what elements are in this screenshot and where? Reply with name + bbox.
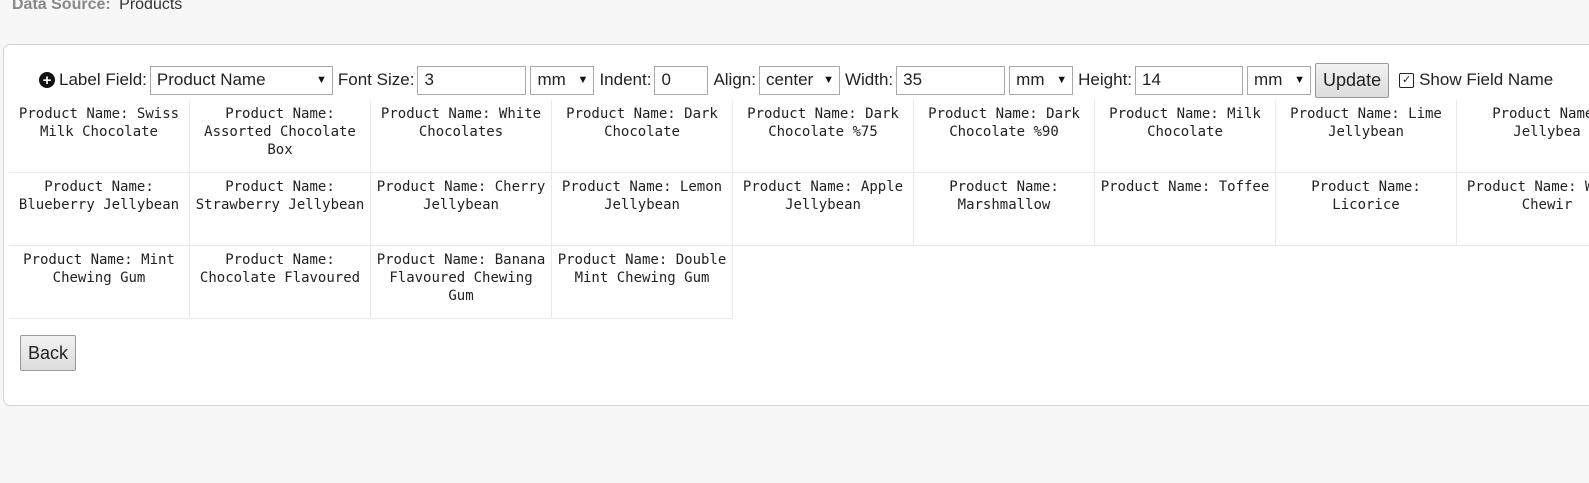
label-cell: Product Name: Strawberry Jellybean <box>190 173 371 246</box>
label-preview-grid: Product Name: Swiss Milk Chocolate Produc… <box>9 100 1589 319</box>
width-value: 35 <box>903 70 923 89</box>
label-cell: Product Name: Marshmallow <box>914 173 1095 246</box>
label-cell: Product Name: Lemon Jellybean <box>552 173 733 246</box>
label-cell: Product Name: Dark Chocolate %75 <box>733 100 914 173</box>
label-cell: Product Name: White Chewir <box>1457 173 1589 246</box>
dropdown-arrow-icon: ▼ <box>577 74 589 86</box>
data-source-label: Data Source: <box>12 0 111 13</box>
label-cell: Product Name: Jellybea <box>1457 100 1589 173</box>
height-unit-select[interactable]: mm ▼ <box>1247 65 1312 95</box>
font-size-label: Font Size: <box>337 70 415 89</box>
show-field-name-checkbox[interactable]: ✓ <box>1399 72 1415 88</box>
font-size-value: 3 <box>424 70 434 89</box>
data-source-line: Data Source: Products <box>12 0 182 14</box>
indent-input[interactable]: 0 <box>654 65 709 95</box>
height-label: Height: <box>1078 70 1133 89</box>
label-cell: Product Name: Toffee <box>1095 173 1276 246</box>
width-unit-value: mm <box>1016 70 1045 89</box>
dropdown-arrow-icon: ▼ <box>823 74 834 86</box>
label-field-select[interactable]: Product Name ▼ <box>149 65 333 95</box>
add-circle-icon[interactable]: + <box>39 72 55 88</box>
label-cell: Product Name: Dark Chocolate <box>552 100 733 173</box>
width-input[interactable]: 35 <box>896 65 1006 95</box>
align-select[interactable]: center ▼ <box>758 65 840 95</box>
show-field-name-label: Show Field Name <box>1419 70 1554 89</box>
dropdown-arrow-icon: ▼ <box>1056 74 1068 86</box>
label-toolbar: + Label Field: Product Name ▼ Font Size:… <box>4 62 1589 98</box>
label-cell: Product Name: Milk Chocolate <box>1095 100 1276 173</box>
dropdown-arrow-icon: ▼ <box>316 74 327 86</box>
label-cell: Product Name: Double Mint Chewing Gum <box>552 246 733 319</box>
width-unit-select[interactable]: mm ▼ <box>1009 65 1074 95</box>
dropdown-arrow-icon: ▼ <box>1294 74 1306 86</box>
label-cell: Product Name: Dark Chocolate %90 <box>914 100 1095 173</box>
font-size-input[interactable]: 3 <box>417 65 527 95</box>
align-label: Align: <box>713 70 756 89</box>
label-cell: Product Name: Swiss Milk Chocolate <box>9 100 190 173</box>
indent-value: 0 <box>661 70 671 89</box>
label-cell: Product Name: Chocolate Flavoured <box>190 246 371 319</box>
label-cell: Product Name: Lime Jellybean <box>1276 100 1457 173</box>
height-input[interactable]: 14 <box>1135 65 1244 95</box>
height-unit-value: mm <box>1254 70 1283 89</box>
label-cell: Product Name: Licorice <box>1276 173 1457 246</box>
update-button[interactable]: Update <box>1315 62 1390 98</box>
label-cell: Product Name: Apple Jellybean <box>733 173 914 246</box>
label-cell: Product Name: Banana Flavoured Chewing G… <box>371 246 552 319</box>
align-value: center <box>765 70 814 89</box>
width-label: Width: <box>844 70 894 89</box>
label-cell: Product Name: Cherry Jellybean <box>371 173 552 246</box>
label-cell: Product Name: Mint Chewing Gum <box>9 246 190 319</box>
label-cell: Product Name: Assorted Chocolate Box <box>190 100 371 173</box>
label-field-label: Label Field: <box>59 70 147 89</box>
font-size-unit-value: mm <box>537 70 566 89</box>
label-cell: Product Name: Blueberry Jellybean <box>9 173 190 246</box>
font-size-unit-select[interactable]: mm ▼ <box>530 65 595 95</box>
height-value: 14 <box>1142 70 1161 89</box>
label-cell: Product Name: White Chocolates <box>371 100 552 173</box>
label-field-value: Product Name <box>156 70 266 89</box>
indent-label: Indent: <box>599 70 652 89</box>
label-designer-panel: + Label Field: Product Name ▼ Font Size:… <box>3 44 1589 406</box>
data-source-value: Products <box>119 0 183 13</box>
back-button[interactable]: Back <box>20 335 77 371</box>
